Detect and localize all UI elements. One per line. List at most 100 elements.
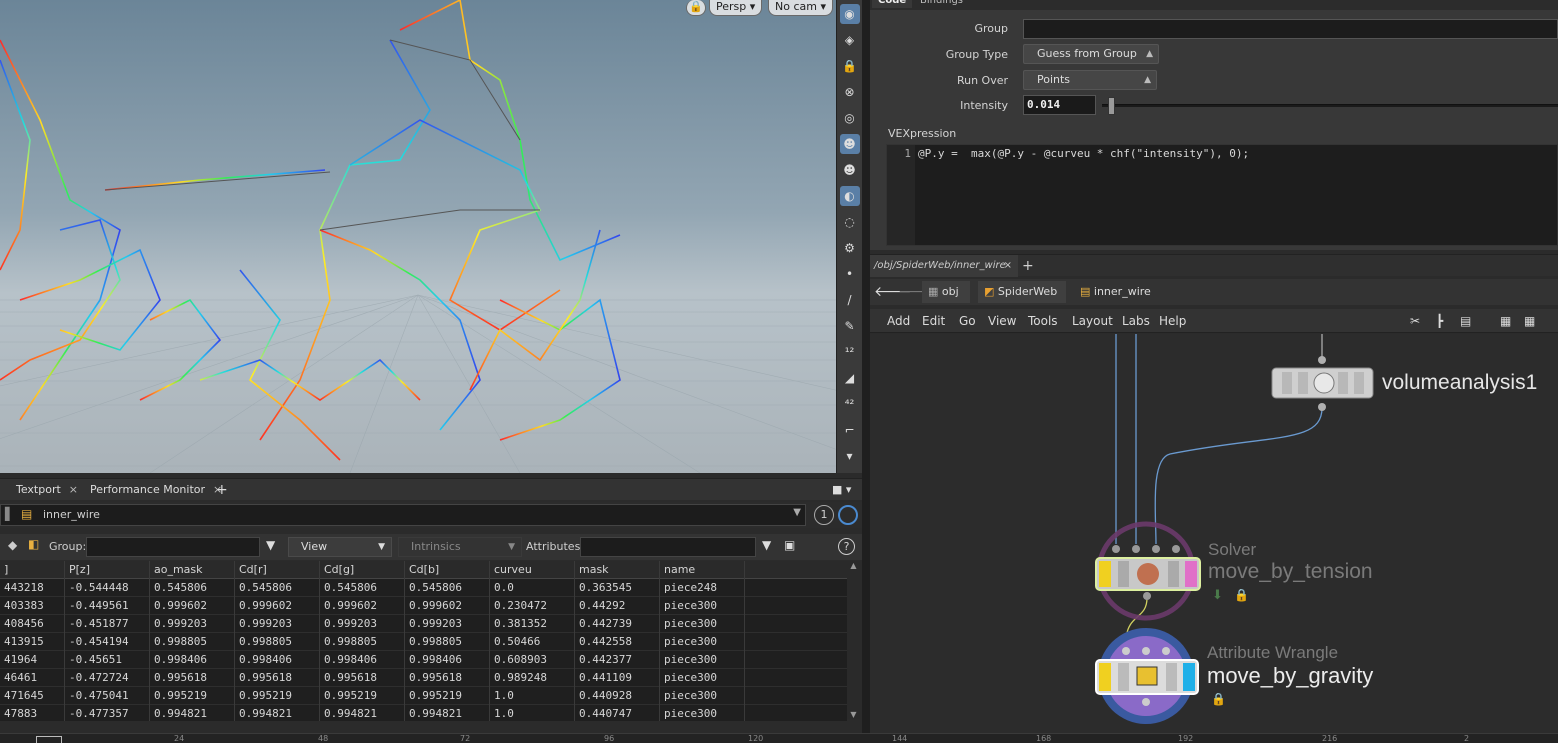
tab-bindings[interactable]: Bindings bbox=[914, 0, 969, 8]
column-header[interactable]: Cd[b] bbox=[405, 561, 490, 579]
column-header[interactable]: Cd[r] bbox=[235, 561, 320, 579]
column-header[interactable]: ao_mask bbox=[150, 561, 235, 579]
ghost-icon[interactable]: ◎ bbox=[840, 108, 860, 128]
pane-splitter[interactable] bbox=[862, 0, 870, 743]
tab-performance-monitor[interactable]: Performance Monitor × bbox=[84, 479, 228, 501]
snap-icon[interactable]: ⊗ bbox=[840, 82, 860, 102]
breadcrumb-inner-wire[interactable]: ▤ inner_wire bbox=[1074, 281, 1174, 303]
guide-icon[interactable]: ◐ bbox=[839, 186, 860, 206]
help-button[interactable]: ? bbox=[838, 538, 855, 555]
breadcrumb-spiderweb[interactable]: ◩ SpiderWeb bbox=[978, 281, 1066, 303]
menu-labs[interactable]: Labs bbox=[1122, 309, 1150, 333]
scene-viewport[interactable]: 🔒 Persp ▾ No cam ▾ bbox=[0, 0, 836, 473]
table-cell: 0.50466 bbox=[490, 633, 575, 651]
intensity-label: Intensity bbox=[960, 99, 1008, 112]
point-numbers-icon[interactable]: ¹² bbox=[840, 342, 860, 362]
spreadsheet-scrollbar[interactable]: ▲ ▼ bbox=[847, 561, 860, 719]
pin-icon[interactable] bbox=[838, 505, 858, 525]
breadcrumb-obj[interactable]: ▦ obj bbox=[922, 281, 970, 303]
color-icon[interactable]: ◧ bbox=[28, 537, 39, 551]
menu-go[interactable]: Go bbox=[959, 309, 976, 333]
attributes-filter-input[interactable] bbox=[580, 537, 756, 557]
lock-icon[interactable]: 🔒 bbox=[686, 0, 706, 16]
menu-add[interactable]: Add bbox=[887, 309, 910, 333]
counter-badge[interactable]: 1 bbox=[814, 505, 834, 525]
visualizer-icon[interactable]: ☻ bbox=[839, 134, 860, 154]
table-row[interactable]: 47883 -0.477357 0.994821 0.994821 0.994821 0.… bbox=[0, 705, 847, 721]
intensity-field[interactable]: 0.014 bbox=[1023, 95, 1096, 115]
export-icon[interactable]: ▣ bbox=[784, 538, 795, 552]
add-tab-button[interactable]: + bbox=[1022, 255, 1034, 277]
menu-view[interactable]: View bbox=[988, 309, 1016, 333]
scroll-down-icon[interactable]: ▼ bbox=[847, 710, 860, 719]
display-options-icon[interactable]: ◉ bbox=[839, 4, 860, 24]
tree-icon[interactable]: ┣ bbox=[1436, 309, 1443, 333]
table-row[interactable]: 443218 -0.544448 0.545806 0.545806 0.545806 0… bbox=[0, 579, 847, 597]
view-dropdown[interactable]: View ▼ bbox=[288, 537, 392, 557]
table-cell: 1.0 bbox=[490, 705, 575, 721]
menu-help[interactable]: Help bbox=[1159, 309, 1186, 333]
grid-icon[interactable]: ▦ bbox=[1524, 309, 1535, 333]
grid-color-icon[interactable]: ▦ bbox=[1500, 309, 1511, 333]
table-row[interactable]: 41964 -0.45651 0.998406 0.998406 0.998406 0.9… bbox=[0, 651, 847, 669]
menu-layout[interactable]: Layout bbox=[1072, 309, 1113, 333]
template-icon[interactable]: ☻ bbox=[840, 160, 860, 180]
point-icon[interactable]: • bbox=[840, 264, 860, 284]
close-icon[interactable]: × bbox=[1004, 255, 1012, 277]
pane-menu-icon[interactable]: ■ ▾ bbox=[826, 479, 857, 501]
group-filter-input[interactable] bbox=[86, 537, 260, 557]
table-row[interactable]: 408456 -0.451877 0.999203 0.999203 0.999203 0… bbox=[0, 615, 847, 633]
shading-icon[interactable]: ◈ bbox=[840, 30, 860, 50]
lock-camera-icon[interactable]: 🔒 bbox=[840, 56, 860, 76]
wrench-icon[interactable]: ✂ bbox=[1410, 309, 1420, 333]
solver-node-name: move_by_tension bbox=[1208, 560, 1373, 583]
brush-icon[interactable]: / bbox=[840, 290, 860, 310]
filter-icon[interactable]: ▼ bbox=[762, 538, 771, 552]
network-editor[interactable]: volumeanalysis1 Solver move_by_tension ⬇… bbox=[870, 334, 1558, 733]
corner-icon[interactable]: ⌐ bbox=[840, 420, 860, 440]
tab-textport[interactable]: Textport × bbox=[10, 479, 84, 501]
add-tab-button[interactable]: + bbox=[210, 479, 234, 501]
counter-value: 1 bbox=[820, 508, 828, 521]
tab-network-path[interactable]: /obj/SpiderWeb/inner_wire × bbox=[870, 255, 1018, 277]
pen-icon[interactable]: ✎ bbox=[840, 316, 860, 336]
group-type-dropdown[interactable]: Guess from Group ▲ bbox=[1023, 44, 1159, 64]
intensity-slider-handle[interactable] bbox=[1108, 97, 1116, 115]
frame-marker[interactable] bbox=[36, 736, 62, 743]
intensity-slider-track[interactable] bbox=[1102, 104, 1558, 107]
camera-menu[interactable]: No cam ▾ bbox=[768, 0, 833, 16]
scroll-up-icon[interactable]: ▲ bbox=[847, 561, 860, 570]
prim-numbers-icon[interactable]: ⁴² bbox=[840, 394, 860, 414]
node-path-field[interactable]: ▌ ▤ inner_wire ▼ bbox=[0, 504, 806, 526]
geometry-icon[interactable]: ◆ bbox=[8, 538, 17, 552]
column-header[interactable]: curveu bbox=[490, 561, 575, 579]
run-over-dropdown[interactable]: Points ▲ bbox=[1023, 70, 1157, 90]
chevron-down-icon[interactable]: ▼ bbox=[793, 507, 801, 518]
close-icon[interactable]: × bbox=[69, 483, 78, 496]
column-header[interactable]: Cd[g] bbox=[320, 561, 405, 579]
projection-menu[interactable]: Persp ▾ bbox=[709, 0, 763, 16]
frame-tick: 192 bbox=[1178, 734, 1194, 743]
list-icon[interactable]: ▤ bbox=[1460, 309, 1471, 333]
table-row[interactable]: 46461 -0.472724 0.995618 0.995618 0.995618 0.… bbox=[0, 669, 847, 687]
intrinsics-dropdown[interactable]: Intrinsics ▼ bbox=[398, 537, 522, 557]
vex-editor[interactable]: 1 @P.y = max(@P.y - @curveu * chf("inten… bbox=[886, 144, 1558, 246]
filter-icon[interactable]: ▼ bbox=[266, 538, 275, 552]
tab-code[interactable]: Code bbox=[872, 0, 913, 8]
column-header[interactable]: P[z] bbox=[65, 561, 150, 579]
table-row[interactable]: 413915 -0.454194 0.998805 0.998805 0.998805 0… bbox=[0, 633, 847, 651]
table-row[interactable]: 471645 -0.475041 0.995219 0.995219 0.995219 0… bbox=[0, 687, 847, 705]
timeline[interactable]: 24 48 72 96 120 144 168 192 216 2 bbox=[0, 733, 1558, 743]
expand-down-icon[interactable]: ▾ bbox=[840, 446, 860, 466]
column-header[interactable]: name bbox=[660, 561, 745, 579]
render-icon[interactable]: ⚙ bbox=[840, 238, 860, 258]
column-header[interactable]: mask bbox=[575, 561, 660, 579]
paint-icon[interactable]: ◢ bbox=[840, 368, 860, 388]
menu-edit[interactable]: Edit bbox=[922, 309, 945, 333]
table-row[interactable]: 403383 -0.449561 0.999602 0.999602 0.999602 0… bbox=[0, 597, 847, 615]
column-header[interactable]: ] bbox=[0, 561, 65, 579]
menu-tools[interactable]: Tools bbox=[1028, 309, 1058, 333]
group-param-input[interactable] bbox=[1023, 19, 1558, 39]
table-cell: 0.994821 bbox=[320, 705, 405, 721]
eye-icon[interactable]: ◌ bbox=[840, 212, 860, 232]
